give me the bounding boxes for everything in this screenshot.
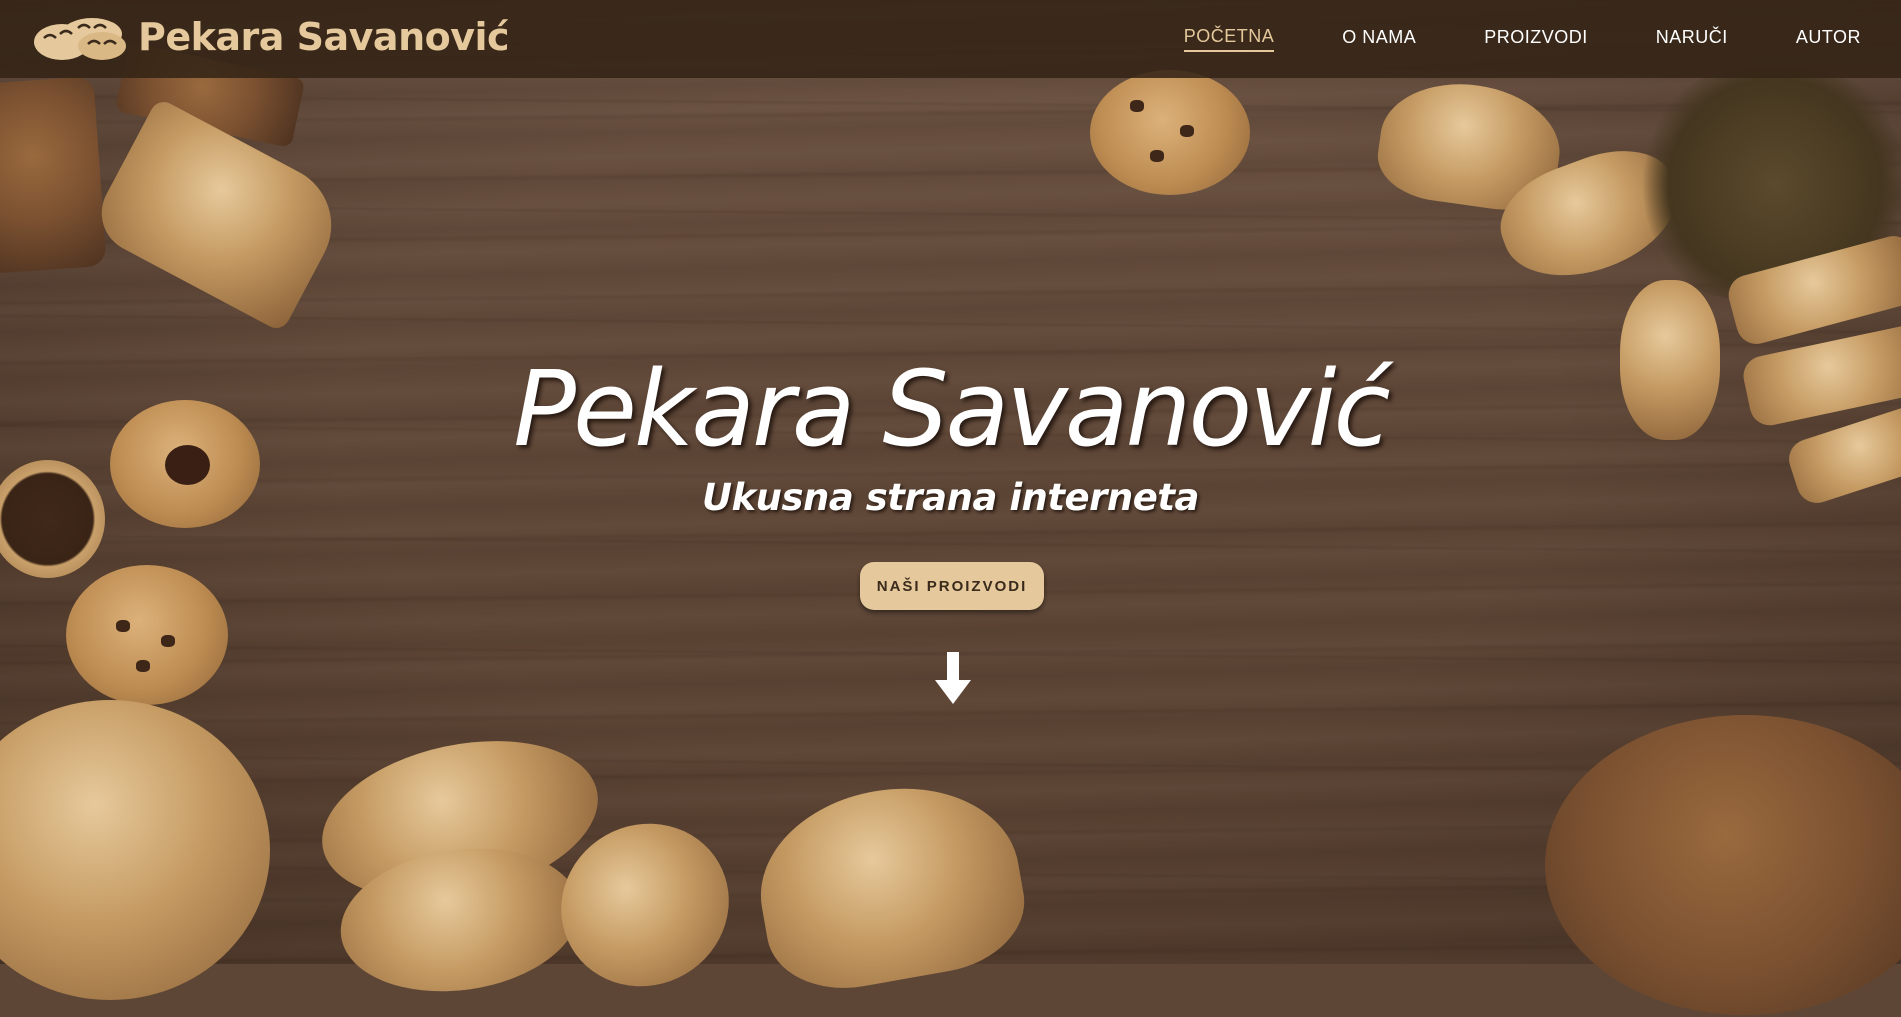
hero-section: Pekara Savanović Ukusna strana interneta… [0,0,1901,964]
hero-subtitle: Ukusna strana interneta [702,476,1199,519]
nav-item-pocetna[interactable]: POČETNA [1183,26,1275,52]
nav-item-o-nama[interactable]: O NAMA [1342,27,1416,51]
logo-text: Pekara Savanović [138,15,510,59]
logo[interactable]: Pekara Savanović [30,12,510,62]
main-nav: POČETNA O NAMA PROIZVODI NARUČI AUTOR [1116,0,1861,78]
products-button[interactable]: NAŠI PROIZVODI [860,562,1044,610]
bread-loaves-icon [34,18,126,60]
hero-title: Pekara Savanović [513,348,1390,470]
nav-item-autor[interactable]: AUTOR [1796,27,1861,51]
arrow-down-icon[interactable] [933,652,973,706]
navbar: Pekara Savanović POČETNA O NAMA PROIZVOD… [0,0,1901,78]
nav-item-proizvodi[interactable]: PROIZVODI [1484,27,1588,51]
nav-item-naruci[interactable]: NARUČI [1656,27,1728,51]
